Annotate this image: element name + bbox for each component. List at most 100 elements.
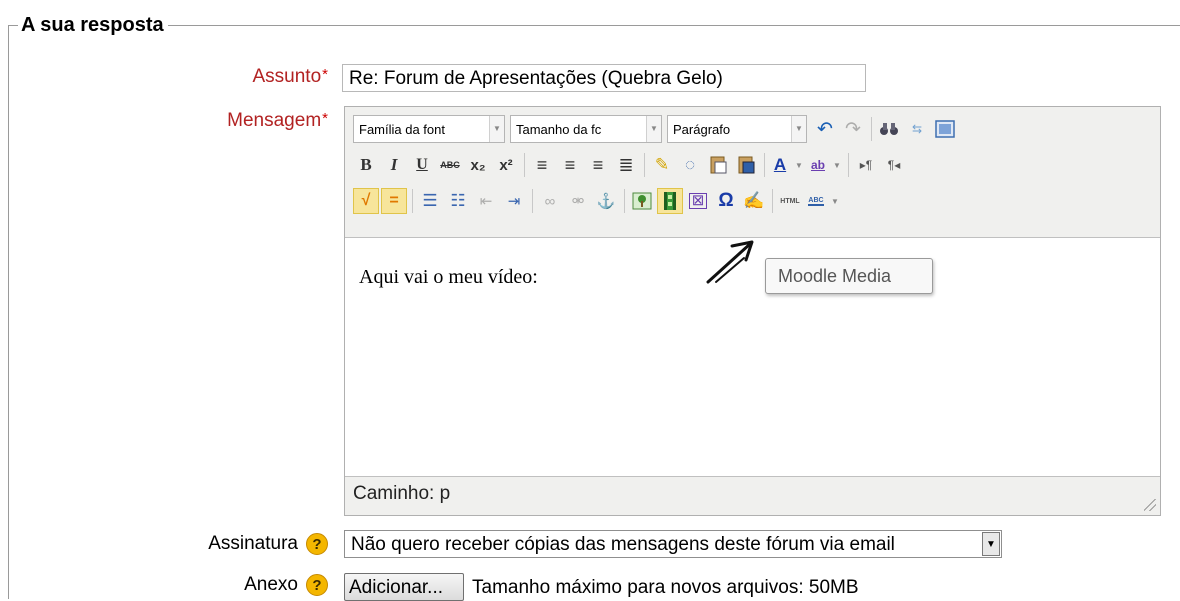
cleanup-button[interactable]: ✎ (649, 152, 675, 178)
toolbar-separator (772, 189, 773, 213)
format-select[interactable]: Parágrafo ▼ (667, 115, 807, 143)
bold-button[interactable]: B (353, 152, 379, 178)
toolbar-separator (871, 117, 872, 141)
bold-glyph: B (360, 155, 372, 174)
spellcheck-dropdown[interactable]: ▼ (829, 188, 841, 214)
moodle-media-tooltip: Moodle Media (765, 258, 933, 294)
indent-icon: ⇥ (507, 193, 521, 210)
link-button[interactable]: ∞ (537, 188, 563, 214)
remove-format-button[interactable]: ◌ (677, 152, 703, 178)
help-icon[interactable]: ? (306, 533, 328, 555)
paste-text-button[interactable] (705, 152, 731, 178)
underline-glyph: U (416, 156, 428, 173)
fullscreen-icon (935, 120, 955, 138)
subscript-button[interactable]: x₂ (465, 152, 491, 178)
paste-word-icon (738, 156, 755, 174)
undo-button[interactable]: ↶ (812, 116, 838, 142)
align-left-button[interactable]: ≡ (529, 152, 555, 178)
fieldset-border (8, 25, 1180, 26)
fullscreen-button[interactable] (932, 116, 958, 142)
toolbar-separator (624, 189, 625, 213)
redo-icon: ↷ (845, 118, 861, 140)
film-icon (664, 192, 676, 210)
binoculars-icon (880, 123, 898, 135)
paste-text-icon (710, 156, 727, 174)
signature-select-value: Não quero receber cópias das mensagens d… (351, 534, 895, 555)
edit-button[interactable]: ✍ (741, 188, 767, 214)
link-icon: ∞ (544, 192, 556, 210)
add-file-button[interactable]: Adicionar... (344, 573, 464, 601)
ltr-button[interactable]: ▸¶ (853, 152, 879, 178)
resize-grip-icon[interactable] (1144, 499, 1156, 511)
chevron-down-icon: ▼ (982, 532, 1000, 556)
replace-button[interactable]: ⇆ (904, 116, 930, 142)
rtl-button[interactable]: ¶◂ (881, 152, 907, 178)
indent-button[interactable]: ⇥ (501, 188, 527, 214)
anchor-button[interactable]: ⚓ (593, 188, 619, 214)
insert-image-button[interactable] (629, 188, 655, 214)
bg-color-dropdown[interactable]: ▼ (831, 152, 843, 178)
bg-color-button[interactable]: ab (807, 152, 829, 178)
chevron-down-icon: ▼ (791, 116, 806, 142)
fieldset-border-left (8, 25, 9, 599)
required-mark: * (322, 66, 328, 83)
align-center-icon: ≡ (564, 154, 576, 175)
font-size-select[interactable]: Tamanho da fc ▼ (510, 115, 662, 143)
superscript-button[interactable]: x² (493, 152, 519, 178)
align-justify-button[interactable]: ≣ (613, 152, 639, 178)
bullet-list-button[interactable]: ☰ (417, 188, 443, 214)
underline-button[interactable]: U (409, 152, 435, 178)
text-color-button[interactable]: A (769, 152, 791, 178)
equals-button[interactable]: = (381, 188, 407, 214)
align-center-button[interactable]: ≡ (557, 152, 583, 178)
editor-text: Aqui vai o meu vídeo: (359, 266, 538, 288)
toolbar-separator (524, 153, 525, 177)
italic-button[interactable]: I (381, 152, 407, 178)
chevron-down-icon: ▼ (646, 116, 661, 142)
redo-button[interactable]: ↷ (840, 116, 866, 142)
toolbar-separator (764, 153, 765, 177)
numbered-list-icon: ☷ (450, 191, 466, 210)
equation-button[interactable]: √ (353, 188, 379, 214)
align-left-icon: ≡ (536, 154, 548, 175)
strikethrough-button[interactable]: ABC (437, 152, 463, 178)
image-icon (632, 192, 652, 210)
bullet-list-icon: ☰ (422, 191, 438, 210)
find-button[interactable] (876, 116, 902, 142)
subject-input[interactable]: Re: Forum de Apresentações (Quebra Gelo) (342, 64, 866, 92)
anchor-icon: ⚓ (596, 193, 616, 210)
ltr-icon: ▸¶ (859, 158, 873, 172)
pointer-arrow-annotation (706, 240, 754, 284)
equals-icon: = (389, 192, 399, 209)
brush-icon: ✎ (654, 155, 670, 174)
required-mark: * (322, 110, 328, 127)
moodle-media-button[interactable] (657, 188, 683, 214)
text-color-dropdown[interactable]: ▼ (793, 152, 805, 178)
edit-icon: ✍ (743, 191, 765, 210)
italic-glyph: I (390, 155, 398, 174)
unlink-icon: ⚮ (571, 193, 585, 210)
nonbreaking-button[interactable]: ⊠ (685, 188, 711, 214)
outdent-button[interactable]: ⇤ (473, 188, 499, 214)
html-source-button[interactable]: HTML (777, 188, 803, 214)
rtl-icon: ¶◂ (887, 158, 901, 172)
unlink-button[interactable]: ⚮ (565, 188, 591, 214)
align-right-button[interactable]: ≡ (585, 152, 611, 178)
font-size-select-value: Tamanho da fc (516, 121, 602, 137)
toolbar-separator (412, 189, 413, 213)
eraser-icon: ◌ (684, 155, 696, 174)
numbered-list-button[interactable]: ☷ (445, 188, 471, 214)
spellcheck-button[interactable]: ABC (805, 188, 827, 214)
format-select-value: Parágrafo (673, 121, 731, 137)
toolbar-separator (848, 153, 849, 177)
sqrt-icon: √ (361, 192, 371, 209)
toolbar-row-1: Família da font ▼ Tamanho da fc ▼ Parágraf… (353, 113, 960, 145)
font-family-select[interactable]: Família da font ▼ (353, 115, 505, 143)
bg-color-glyph: ab (810, 158, 825, 172)
signature-select[interactable]: Não quero receber cópias das mensagens d… (344, 530, 1002, 558)
paste-word-button[interactable] (733, 152, 759, 178)
special-char-button[interactable]: Ω (713, 188, 739, 214)
help-icon[interactable]: ? (306, 574, 328, 596)
message-label: Mensagem* (227, 110, 328, 132)
replace-icon: ⇆ (911, 122, 923, 136)
